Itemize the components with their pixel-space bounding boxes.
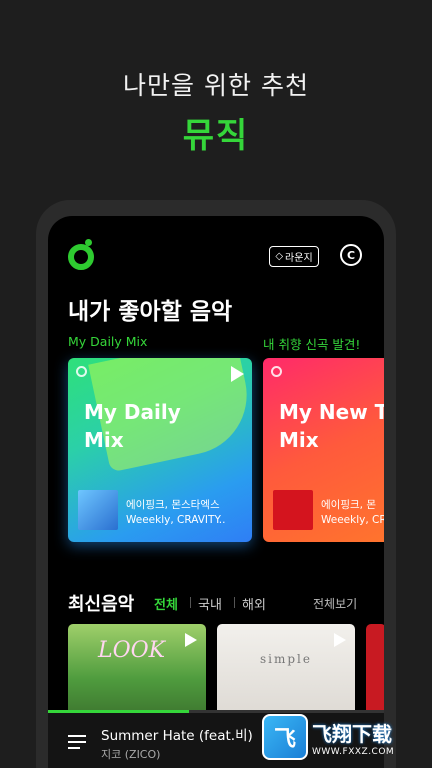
app-logo-icon[interactable] [68, 244, 94, 270]
play-icon[interactable] [334, 633, 346, 647]
promo-line1: 나만을 위한 추천 [123, 71, 309, 100]
card-title: My New Tr Mix [279, 400, 384, 452]
watermark-text: 飞翔下载 [312, 721, 392, 746]
card-artists: 에이핑크, 몬스타엑스 Weeekly, CRAVITY.. [126, 498, 225, 528]
app-logo-dot [85, 239, 92, 246]
promo-line2: 뮤직 [182, 116, 250, 156]
section-title-latest: 최신음악 [68, 594, 135, 615]
card-logo-icon [271, 366, 282, 377]
tab-domestic[interactable]: 국내 [198, 594, 222, 613]
watermark-logo-icon: 飞 [262, 714, 308, 760]
card-logo-icon [76, 366, 87, 377]
play-icon[interactable] [185, 633, 197, 647]
playlist-menu-icon[interactable] [68, 735, 86, 749]
app-screen: ◇ 라운지 C 내가 좋아할 음악 My Daily Mix 내 취향 신곡 발… [48, 216, 384, 768]
c-icon: C [346, 248, 356, 262]
card-artists-line2: Weeekly, CR [321, 514, 384, 526]
card-label-new-track: 내 취향 신곡 발견! [263, 337, 361, 352]
card-artists-line2: Weeekly, CRAVITY.. [126, 514, 226, 526]
album-art-text: LOOK [98, 638, 166, 663]
daily-mix-card[interactable]: My Daily Mix 에이핑크, 몬스타엑스 Weeekly, CRAVIT… [68, 358, 252, 542]
section-title-recommend: 내가 좋아할 음악 [68, 299, 233, 325]
lounge-label: 라운지 [285, 253, 313, 264]
see-all-link[interactable]: 전체보기 [313, 595, 357, 612]
card-artists: 에이핑크, 몬 Weeekly, CR [321, 498, 384, 528]
tab-overseas[interactable]: 해외 [242, 594, 266, 613]
progress-fill [48, 710, 190, 713]
tab-all[interactable]: 전체 [154, 594, 178, 613]
card-title: My Daily Mix [84, 400, 181, 452]
now-playing-title: Summer Hate (feat.비) [101, 728, 253, 744]
album-card[interactable] [366, 624, 384, 724]
card-label-daily-mix: My Daily Mix [68, 334, 148, 349]
tab-divider [234, 597, 235, 608]
now-playing-artist: 지코 (ZICO) [101, 748, 161, 761]
card-thumbnail [78, 490, 118, 530]
play-icon[interactable] [231, 366, 244, 382]
watermark-url: WWW.FXXZ.COM [312, 746, 395, 757]
new-track-mix-card[interactable]: My New Tr Mix 에이핑크, 몬 Weeekly, CR [263, 358, 384, 542]
watermark: 飞 飞翔下载 WWW.FXXZ.COM [262, 712, 422, 762]
album-art-text: simple [260, 652, 312, 666]
album-card[interactable]: simple [217, 624, 355, 724]
tab-divider [190, 597, 191, 608]
card-thumbnail [273, 490, 313, 530]
card-artists-line1: 에이핑크, 몬스타엑스 [126, 499, 220, 511]
c-button[interactable]: C [340, 244, 362, 266]
card-artists-line1: 에이핑크, 몬 [321, 499, 376, 511]
lounge-button[interactable]: ◇ 라운지 [269, 246, 319, 267]
album-card[interactable]: LOOK [68, 624, 206, 724]
diamond-icon: ◇ [275, 251, 284, 262]
